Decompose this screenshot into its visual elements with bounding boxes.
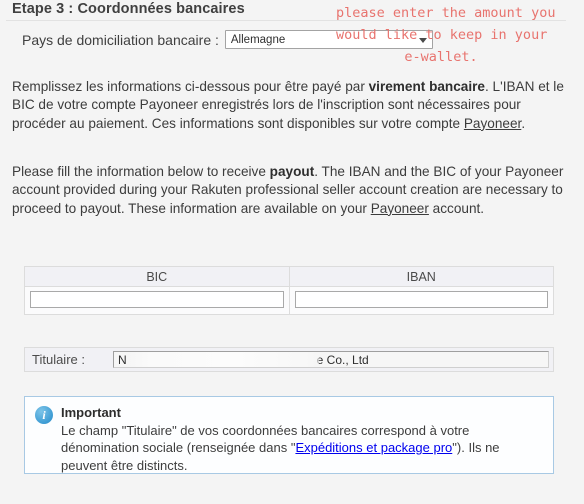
titulaire-value-prefix: N — [118, 352, 127, 367]
column-header-iban: IBAN — [288, 266, 554, 287]
en-text-part-3: account. — [428, 200, 485, 216]
fr-bold-virement-bancaire: virement bancaire — [368, 78, 485, 94]
title-divider — [6, 20, 566, 21]
fr-text-part-1: Remplissez les informations ci-dessous p… — [12, 78, 369, 94]
info-box-line-2-post: "). — [452, 440, 465, 455]
country-label: Pays de domiciliation bancaire : — [22, 31, 219, 48]
iban-cell — [288, 286, 554, 315]
titulaire-label: Titulaire : — [32, 352, 85, 367]
titulaire-input[interactable]: N e Co., Ltd — [113, 351, 549, 368]
info-icon: i — [35, 406, 53, 424]
bank-country-select[interactable]: Allemagne — [224, 30, 433, 49]
table-row — [24, 286, 554, 315]
column-header-bic: BIC — [24, 266, 290, 287]
annotation-line-3: e-wallet. — [404, 49, 478, 65]
bank-details-table: BIC IBAN — [24, 266, 554, 315]
expeditions-package-pro-link[interactable]: Expéditions et package pro — [295, 440, 452, 455]
info-box-line-2-pre: dénomination sociale (renseignée dans " — [61, 440, 296, 455]
instructions-paragraph-fr: Remplissez les informations ci-dessous p… — [12, 78, 568, 134]
iban-input[interactable] — [294, 291, 548, 308]
en-bold-payout: payout — [269, 163, 315, 179]
info-box-title: Important — [61, 405, 121, 420]
info-box-line-1: Le champ "Titulaire" de vos coordonnées … — [61, 422, 470, 438]
country-selected-value: Allemagne — [230, 33, 286, 46]
payoneer-link-fr[interactable]: Payoneer — [464, 116, 521, 131]
info-box-text: Important Le champ "Titulaire" de vos co… — [61, 404, 545, 473]
chevron-down-icon — [418, 37, 427, 43]
account-holder-row: Titulaire : N e Co., Ltd — [24, 347, 554, 372]
payoneer-link-en[interactable]: Payoneer — [371, 201, 429, 216]
page-title: Etape 3 : Coordonnées bancaires — [12, 1, 245, 17]
bic-cell — [24, 286, 290, 315]
important-info-box: i Important Le champ "Titulaire" de vos … — [24, 396, 554, 474]
instructions-paragraph-en: Please fill the information below to rec… — [12, 163, 568, 219]
en-text-part-1: Please fill the information below to rec… — [12, 163, 270, 179]
bic-input[interactable] — [30, 291, 284, 308]
table-header-row: BIC IBAN — [24, 266, 554, 287]
country-field-row: Pays de domiciliation bancaire : Allemag… — [22, 30, 433, 49]
fr-text-part-3: . — [521, 115, 526, 131]
redaction-overlay — [127, 352, 319, 367]
